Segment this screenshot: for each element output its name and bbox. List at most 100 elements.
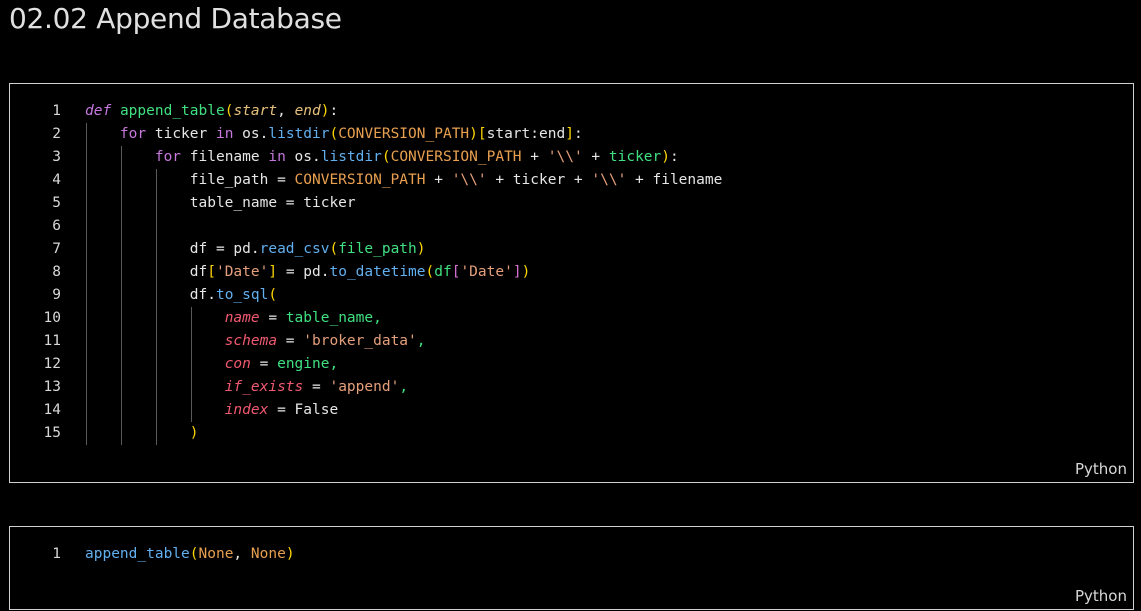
indent-guide xyxy=(155,399,157,422)
line-number: 6 xyxy=(52,218,61,234)
indent-guide xyxy=(86,422,87,445)
code-token: = xyxy=(303,379,330,395)
code-token: ] xyxy=(268,264,278,280)
code-line[interactable]: 1 def append_table(start, end): xyxy=(10,100,722,123)
indent-guide xyxy=(120,146,122,169)
code-token: + filename xyxy=(626,172,723,188)
indent-guide xyxy=(190,399,192,422)
language-label[interactable]: Python xyxy=(1075,460,1127,478)
code-token: '\\' xyxy=(451,172,487,188)
indent-guide xyxy=(120,192,122,215)
line-number: 13 xyxy=(43,379,61,395)
code-token: index xyxy=(224,402,269,418)
code-token: CONVERSION_PATH xyxy=(294,172,426,188)
indent-guide xyxy=(120,307,122,330)
line-number: 1 xyxy=(52,103,61,119)
code-token: + xyxy=(425,172,452,188)
code-token: end xyxy=(294,103,321,119)
indent-guide xyxy=(120,399,122,422)
code-line[interactable]: 6 xyxy=(10,215,722,238)
code-text: table_name = ticker xyxy=(85,192,356,215)
code-line[interactable]: 11 schema = 'broker_data', xyxy=(10,330,722,353)
code-token: = xyxy=(259,310,286,326)
code-token: for xyxy=(119,126,147,142)
code-line[interactable]: 5 table_name = ticker xyxy=(10,192,722,215)
code-line[interactable]: 2 for ticker in os.listdir(CONVERSION_PA… xyxy=(10,123,722,146)
code-line[interactable]: 4 file_path = CONVERSION_PATH + '\\' + t… xyxy=(10,169,722,192)
code-text: name = table_name, xyxy=(85,307,382,330)
indent-guide xyxy=(155,422,157,445)
code-line[interactable]: 1 append_table(None, None) xyxy=(10,543,295,566)
indent-guide xyxy=(155,376,157,399)
code-text: ) xyxy=(85,422,199,445)
code-token: 'append' xyxy=(329,379,400,395)
indent-guide xyxy=(86,307,87,330)
indent-guide xyxy=(86,192,87,215)
line-number: 14 xyxy=(43,402,61,418)
code-line[interactable]: 10 name = table_name, xyxy=(10,307,722,330)
code-text: file_path = CONVERSION_PATH + '\\' + tic… xyxy=(85,169,723,192)
code-token: + xyxy=(521,149,548,165)
code-cell-1[interactable]: 1 def append_table(start, end): 2 for tick… xyxy=(9,83,1134,483)
code-text: if_exists = 'append', xyxy=(85,376,408,399)
code-token: = pd. xyxy=(277,264,330,280)
code-token: listdir xyxy=(268,126,330,142)
code-line[interactable]: 12 con = engine, xyxy=(10,353,722,376)
code-token: + ticker + xyxy=(486,172,592,188)
code-line[interactable]: 14 index = False xyxy=(10,399,722,422)
code-token: '\\' xyxy=(547,149,583,165)
code-token: table_name = ticker xyxy=(189,195,356,211)
code-token: ticker xyxy=(608,149,662,165)
indent-guide xyxy=(120,376,122,399)
code-line[interactable]: 9 df.to_sql( xyxy=(10,284,722,307)
code-editor-2[interactable]: 1 append_table(None, None) xyxy=(10,543,295,566)
code-token: read_csv xyxy=(259,241,330,257)
code-line[interactable]: 13 if_exists = 'append', xyxy=(10,376,722,399)
line-number: 4 xyxy=(52,172,61,188)
indent-guide xyxy=(86,284,87,307)
code-token: schema xyxy=(224,333,278,349)
code-token: None xyxy=(250,546,286,562)
indent-guide xyxy=(120,261,122,284)
line-number: 8 xyxy=(52,264,61,280)
code-line[interactable]: 8 df['Date'] = pd.to_datetime(df['Date']… xyxy=(10,261,722,284)
code-token: CONVERSION_PATH xyxy=(390,149,522,165)
code-token: for xyxy=(154,149,182,165)
indent-guide xyxy=(86,399,87,422)
code-token: ) xyxy=(285,546,295,562)
code-line[interactable]: 7 df = pd.read_csv(file_path) xyxy=(10,238,722,261)
code-token: [ xyxy=(207,264,216,280)
indent-guide xyxy=(86,215,87,238)
code-line[interactable]: 3 for filename in os.listdir(CONVERSION_… xyxy=(10,146,722,169)
code-token: CONVERSION_PATH xyxy=(338,126,470,142)
indent-guide xyxy=(86,261,87,284)
indent-guide xyxy=(190,353,192,376)
indent-guide xyxy=(86,169,87,192)
indent-guide xyxy=(86,376,87,399)
code-token: [ xyxy=(477,126,487,142)
language-label[interactable]: Python xyxy=(1075,587,1127,605)
line-number: 1 xyxy=(52,546,61,562)
code-token: ] xyxy=(565,126,574,142)
code-token: : xyxy=(329,103,339,119)
code-cell-2[interactable]: 1 append_table(None, None) Python xyxy=(9,526,1134,610)
line-number: 10 xyxy=(43,310,61,326)
code-token: None xyxy=(198,546,234,562)
code-token: append_table xyxy=(85,546,190,562)
line-number: 12 xyxy=(43,356,61,372)
code-token: in xyxy=(268,149,286,165)
code-token: df = pd. xyxy=(189,241,260,257)
code-line[interactable]: 15 ) xyxy=(10,422,722,445)
code-token: start xyxy=(233,103,278,119)
indent-guide xyxy=(190,307,192,330)
code-token: ) xyxy=(521,264,531,280)
code-token: False xyxy=(294,402,339,418)
code-text: for ticker in os.listdir(CONVERSION_PATH… xyxy=(85,123,583,146)
code-token: = xyxy=(250,356,278,372)
code-text: append_table(None, None) xyxy=(85,543,295,566)
code-token: , xyxy=(233,546,251,562)
code-token: ) xyxy=(469,126,478,142)
code-editor-1[interactable]: 1 def append_table(start, end): 2 for tick… xyxy=(10,100,722,445)
